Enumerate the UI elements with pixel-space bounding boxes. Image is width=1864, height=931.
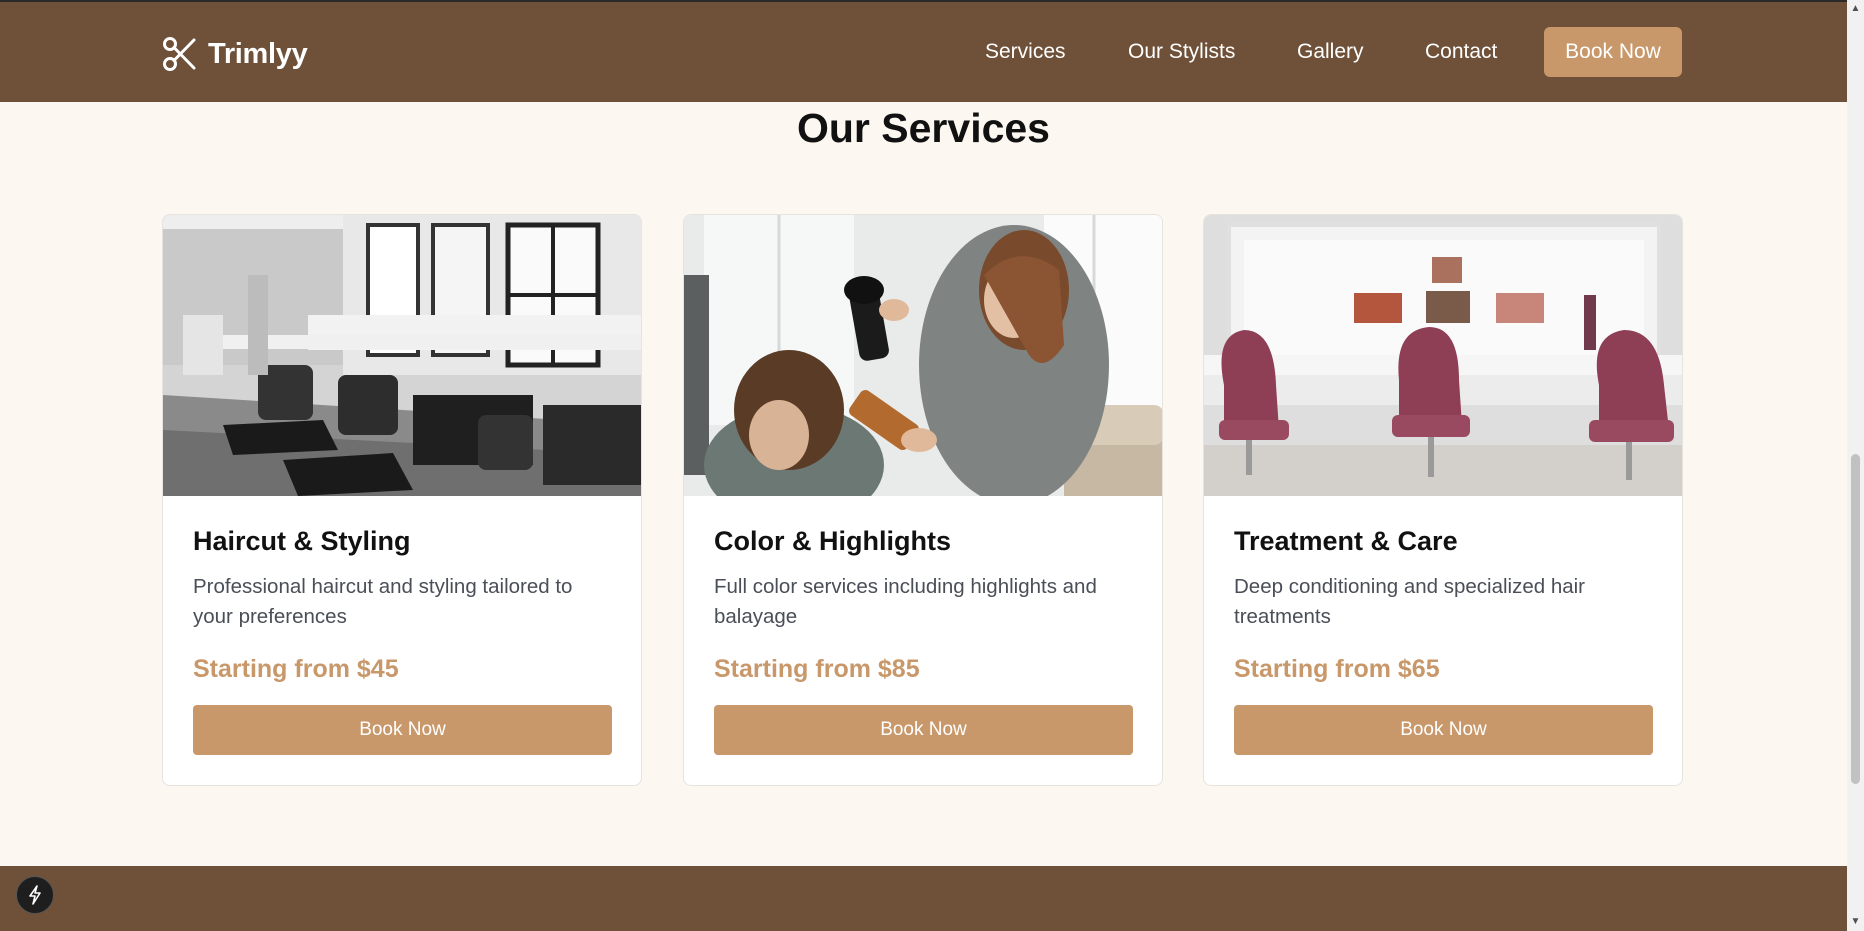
salon-pink-chairs-photo — [1204, 215, 1682, 496]
card-description: Deep conditioning and specialized hair t… — [1234, 575, 1586, 628]
card-price: Starting from $85 — [714, 655, 920, 683]
book-now-button-treatment[interactable]: Book Now — [1234, 705, 1653, 755]
service-card-treatment: Treatment & Care Deep conditioning and s… — [1203, 214, 1683, 786]
lightning-bolt-icon — [29, 885, 41, 905]
salon-interior-bw-photo — [163, 215, 641, 496]
scroll-thumb[interactable] — [1851, 454, 1860, 784]
nav-link-our-stylists[interactable]: Our Stylists — [1128, 40, 1235, 64]
service-card-color: Color & Highlights Full color services i… — [683, 214, 1163, 786]
scroll-up-arrow-icon[interactable]: ▲ — [1847, 2, 1864, 16]
brand-name: Trimlyy — [208, 37, 308, 70]
book-now-button-color[interactable]: Book Now — [714, 705, 1133, 755]
card-price: Starting from $65 — [1234, 655, 1440, 683]
card-description: Full color services including highlights… — [714, 575, 1097, 628]
card-title: Color & Highlights — [714, 526, 951, 556]
card-price: Starting from $45 — [193, 655, 399, 683]
nav-link-contact[interactable]: Contact — [1425, 40, 1497, 64]
navbar: Trimlyy Services Our Stylists Gallery Co… — [0, 2, 1847, 102]
card-title: Treatment & Care — [1234, 526, 1458, 556]
card-description: Professional haircut and styling tailore… — [193, 575, 573, 628]
section-title: Our Services — [797, 105, 1050, 151]
card-title: Haircut & Styling — [193, 526, 411, 556]
footer — [0, 866, 1847, 931]
stylist-blowdrying-photo — [684, 215, 1162, 496]
vertical-scrollbar[interactable]: ▲ ▼ — [1847, 0, 1864, 931]
book-now-button-haircut[interactable]: Book Now — [193, 705, 612, 755]
nav-book-now-button[interactable]: Book Now — [1544, 27, 1682, 77]
scroll-down-arrow-icon[interactable]: ▼ — [1847, 915, 1864, 929]
nav-link-services[interactable]: Services — [985, 40, 1066, 64]
scissors-icon — [163, 37, 196, 71]
service-card-haircut: Haircut & Styling Professional haircut a… — [162, 214, 642, 786]
lightning-widget-button[interactable] — [16, 876, 54, 914]
brand-logo[interactable]: Trimlyy — [162, 32, 308, 76]
nav-link-gallery[interactable]: Gallery — [1297, 40, 1364, 64]
